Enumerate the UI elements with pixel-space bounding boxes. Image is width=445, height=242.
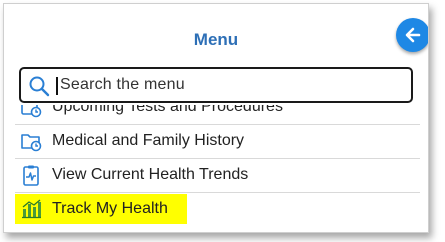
text-cursor (56, 77, 58, 95)
bar-chart-icon (22, 199, 41, 219)
search-placeholder: Search the menu (60, 76, 185, 93)
menu-title: Menu (193, 30, 239, 49)
search-input[interactable]: Search the menu (19, 67, 413, 103)
menu-panel: Menu Search the menu Upcoming Tests and … (3, 3, 429, 233)
search-icon (29, 76, 50, 97)
menu-item-health-trends[interactable]: View Current Health Trends (15, 159, 420, 193)
menu-item-label: Medical and Family History (52, 132, 245, 149)
menu-item-label: Upcoming Tests and Procedures (52, 105, 283, 115)
clipboard-pulse-icon (23, 165, 39, 186)
menu-item-upcoming-tests[interactable]: Upcoming Tests and Procedures (15, 105, 420, 125)
menu-item-track-my-health[interactable]: Track My Health (15, 193, 420, 226)
back-button[interactable] (396, 18, 428, 52)
menu-item-medical-history[interactable]: Medical and Family History (15, 125, 420, 159)
arrow-left-icon (405, 27, 421, 43)
calendar-clock-icon (21, 105, 42, 118)
folder-clock-icon (21, 134, 42, 152)
menu-item-label: Track My Health (52, 200, 168, 217)
menu-item-label: View Current Health Trends (52, 166, 249, 183)
menu-list: Upcoming Tests and Procedures Medical an… (15, 105, 420, 232)
